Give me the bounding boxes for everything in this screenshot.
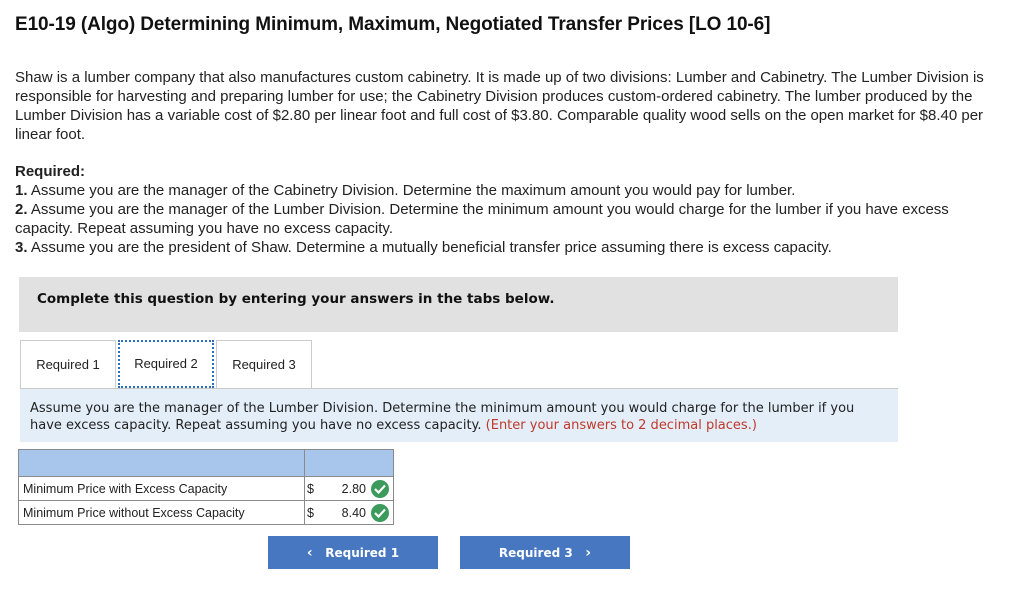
answer-value: 8.40	[341, 506, 366, 520]
check-icon	[371, 480, 389, 498]
required-item-text: Assume you are the manager of the Cabine…	[30, 182, 796, 199]
answer-value: 2.80	[341, 482, 366, 496]
currency-symbol: $	[307, 506, 314, 520]
row-label: Minimum Price with Excess Capacity	[18, 476, 305, 501]
required-item-text: Assume you are the manager of the Lumber…	[15, 201, 949, 237]
required-item-text: Assume you are the president of Shaw. De…	[30, 239, 832, 256]
page-title: E10-19 (Algo) Determining Minimum, Maxim…	[15, 14, 771, 35]
banner-text: Complete this question by entering your …	[37, 291, 555, 307]
tab-instruction: Assume you are the manager of the Lumber…	[20, 389, 898, 442]
chevron-left-icon: ‹	[306, 545, 313, 561]
prev-tab-button[interactable]: ‹ Required 1	[268, 536, 438, 569]
table-row: Minimum Price with Excess Capacity $ 2.8…	[18, 476, 394, 501]
required-item-number: 3.	[15, 239, 28, 256]
tab-required-2[interactable]: Required 2	[118, 340, 214, 388]
currency-symbol: $	[307, 482, 314, 496]
required-item-2: 2. Assume you are the manager of the Lum…	[15, 200, 1000, 238]
prev-button-label: Required 1	[325, 546, 400, 560]
table-header-cell	[304, 449, 394, 477]
instructions-banner: Complete this question by entering your …	[19, 277, 898, 332]
tab-required-1[interactable]: Required 1	[20, 340, 116, 388]
next-tab-button[interactable]: Required 3 ›	[460, 536, 630, 569]
instruction-hint: (Enter your answers to 2 decimal places.…	[485, 418, 757, 433]
problem-intro: Shaw is a lumber company that also manuf…	[15, 69, 984, 143]
row-label: Minimum Price without Excess Capacity	[18, 500, 305, 525]
answer-input-no-excess[interactable]: $ 8.40	[304, 500, 394, 525]
check-icon	[371, 504, 389, 522]
tab-required-3[interactable]: Required 3	[216, 340, 312, 388]
table-header-row	[18, 449, 394, 477]
required-heading: Required:	[15, 163, 86, 180]
answer-input-excess[interactable]: $ 2.80	[304, 476, 394, 501]
required-item-1: 1. Assume you are the manager of the Cab…	[15, 181, 1000, 200]
chevron-right-icon: ›	[585, 545, 592, 561]
required-item-number: 2.	[15, 201, 28, 218]
next-button-label: Required 3	[498, 546, 573, 560]
required-item-3: 3. Assume you are the president of Shaw.…	[15, 238, 1000, 257]
table-row: Minimum Price without Excess Capacity $ …	[18, 500, 394, 525]
required-item-number: 1.	[15, 182, 28, 199]
answer-table: Minimum Price with Excess Capacity $ 2.8…	[18, 449, 394, 525]
required-section: Required: 1. Assume you are the manager …	[15, 162, 1000, 257]
table-header-cell	[18, 449, 305, 477]
